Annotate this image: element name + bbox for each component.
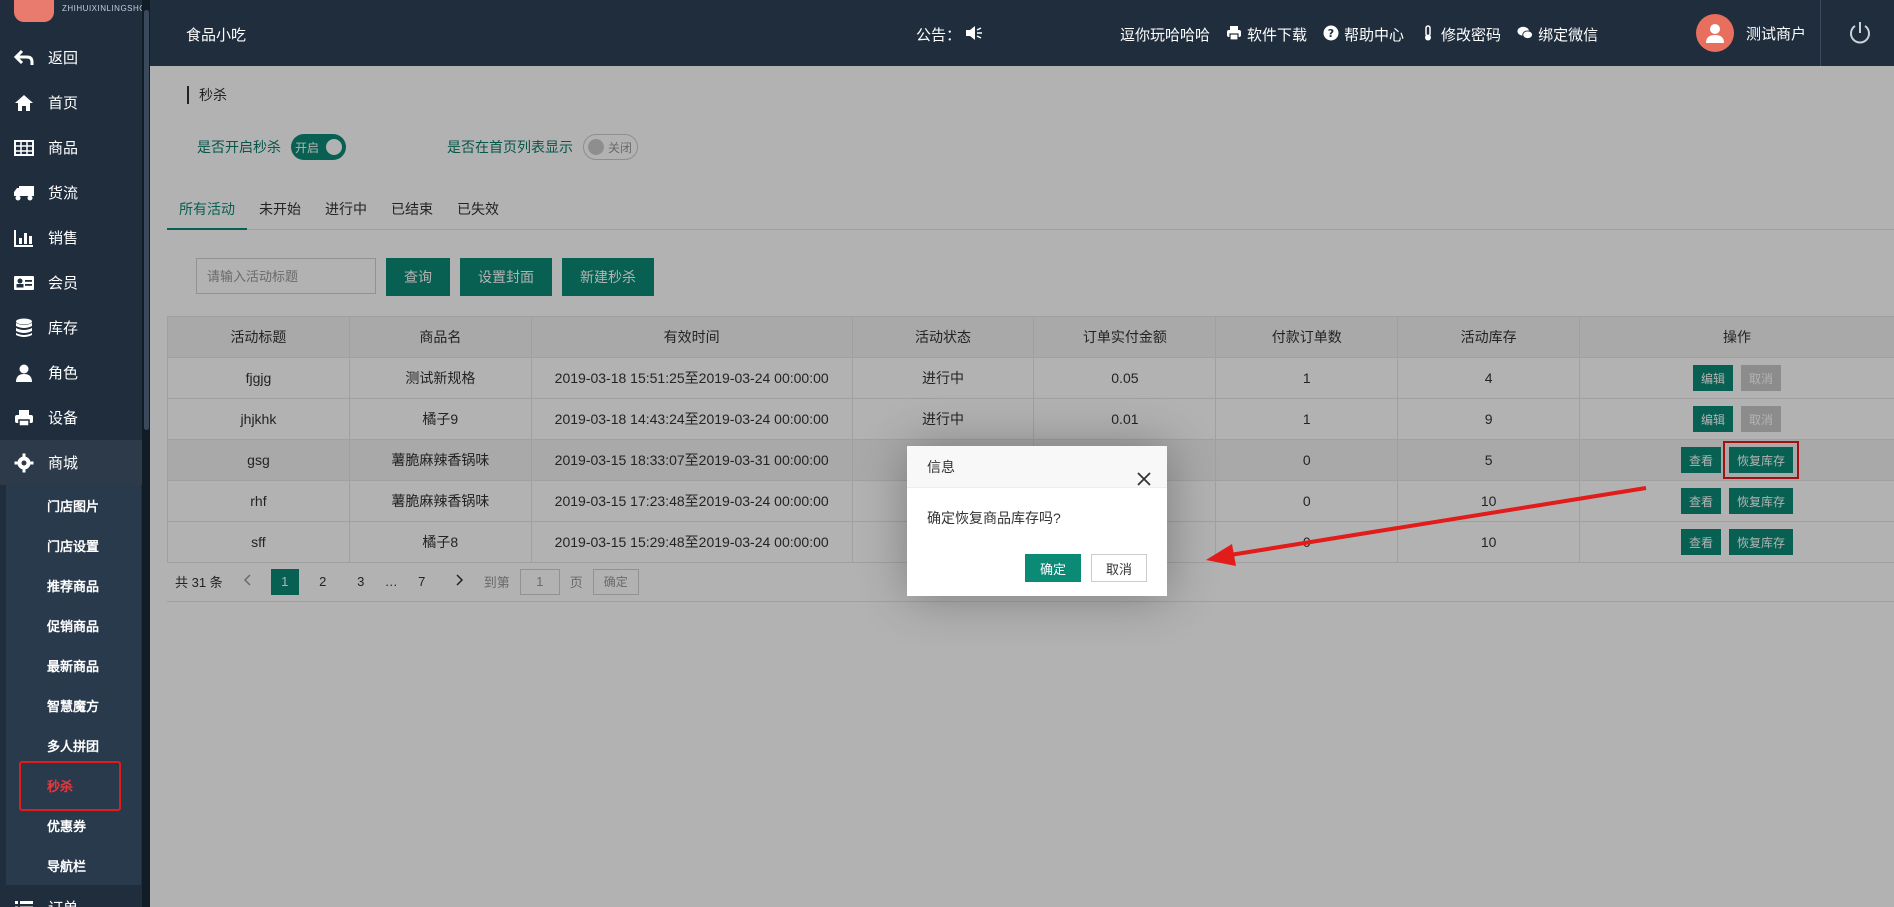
sidebar-item-inventory[interactable]: 库存 (0, 305, 142, 350)
bar-chart-icon (12, 228, 36, 248)
home-icon (12, 93, 36, 113)
topbar-links: 逗你玩哈哈哈 软件下载 ? 帮助中心 修改密码 绑定微信 (1120, 24, 1598, 45)
sidebar-item-logistics[interactable]: 货流 (0, 170, 142, 215)
sidebar-item-label: 订单 (48, 897, 78, 907)
user-name: 测试商户 (1746, 25, 1807, 43)
sidebar-item-label: 商品 (48, 140, 79, 157)
help-center-link[interactable]: ? 帮助中心 (1323, 24, 1404, 45)
sidebar-item-label: 角色 (48, 365, 79, 382)
sidebar-item-label: 货流 (48, 185, 79, 202)
brand-logo[interactable]: ZHIHUIXINLINGSHOU (14, 0, 150, 22)
speaker-icon (965, 25, 983, 45)
database-icon (12, 318, 36, 338)
list-icon (12, 898, 36, 907)
close-icon[interactable] (1137, 460, 1151, 486)
sidebar-item-mall[interactable]: 商城 (0, 440, 142, 485)
gear-icon (12, 453, 36, 473)
submenu-item-group-buy[interactable]: 多人拼团 (6, 725, 141, 765)
sidebar-item-label: 商城 (48, 455, 79, 472)
wechat-icon (1517, 25, 1534, 45)
sidebar-item-label: 库存 (48, 320, 79, 337)
logo-icon (14, 0, 54, 22)
logo-caption: ZHIHUIXINLINGSHOU (62, 3, 150, 13)
notice: 公告： (916, 24, 983, 45)
sidebar: ZHIHUIXINLINGSHOU 返回 首页 商品 货流 销售 会员 库存 角… (0, 0, 150, 907)
table-icon (12, 138, 36, 158)
software-download-label: 软件下载 (1247, 27, 1308, 44)
question-circle-icon: ? (1323, 25, 1339, 45)
change-password-link[interactable]: 修改密码 (1420, 24, 1501, 45)
printer-icon (12, 408, 36, 428)
thermometer-icon (1420, 24, 1436, 45)
sidebar-item-roles[interactable]: 角色 (0, 350, 142, 395)
sidebar-item-label: 返回 (48, 50, 79, 67)
sidebar-item-orders[interactable]: 订单 (0, 885, 142, 907)
dialog-message: 确定恢复商品库存吗? (927, 510, 1061, 526)
submenu-item-newest[interactable]: 最新商品 (6, 645, 141, 685)
submenu-item-recommended[interactable]: 推荐商品 (6, 565, 141, 605)
bind-wechat-label: 绑定微信 (1538, 27, 1599, 44)
software-download-link[interactable]: 软件下载 (1226, 24, 1307, 45)
topbar: 食品小吃 公告： 逗你玩哈哈哈 软件下载 ? 帮助中心 修改密码 绑定微信 测试… (150, 0, 1894, 66)
sidebar-nav: 返回 首页 商品 货流 销售 会员 库存 角色 设备 商城 门店图片 门店设置 … (0, 35, 142, 907)
user-icon (12, 363, 36, 383)
sidebar-item-members[interactable]: 会员 (0, 260, 142, 305)
printer-icon (1226, 25, 1242, 45)
submenu-item-store-images[interactable]: 门店图片 (6, 485, 141, 525)
sidebar-item-devices[interactable]: 设备 (0, 395, 142, 440)
dialog-cancel-button[interactable]: 取消 (1090, 554, 1147, 582)
power-icon (1847, 22, 1873, 50)
dialog-ok-button[interactable]: 确定 (1024, 554, 1081, 582)
bind-wechat-link[interactable]: 绑定微信 (1517, 24, 1598, 45)
submenu-item-smart-cube[interactable]: 智慧魔方 (6, 685, 141, 725)
sidebar-item-label: 首页 (48, 95, 79, 112)
sidebar-item-home[interactable]: 首页 (0, 80, 142, 125)
submenu-item-store-settings[interactable]: 门店设置 (6, 525, 141, 565)
mall-submenu: 门店图片 门店设置 推荐商品 促销商品 最新商品 智慧魔方 多人拼团 秒杀 优惠… (6, 485, 141, 885)
back-arrow-icon (12, 48, 36, 68)
sidebar-item-label: 设备 (48, 410, 79, 427)
store-title: 食品小吃 (186, 27, 247, 44)
submenu-item-coupons[interactable]: 优惠券 (6, 805, 141, 845)
sidebar-item-goods[interactable]: 商品 (0, 125, 142, 170)
change-password-label: 修改密码 (1441, 27, 1502, 44)
dialog-actions: 确定 取消 (1024, 554, 1147, 582)
sidebar-scrollbar[interactable] (144, 10, 149, 430)
avatar (1696, 14, 1734, 52)
submenu-item-flash-sale[interactable]: 秒杀 (6, 761, 141, 811)
dialog-title: 信息 (927, 459, 955, 475)
notice-label: 公告： (916, 27, 962, 44)
svg-text:?: ? (1328, 27, 1334, 40)
id-card-icon (12, 273, 36, 293)
submenu-item-promotions[interactable]: 促销商品 (6, 605, 141, 645)
notice-marquee[interactable]: 逗你玩哈哈哈 (1120, 24, 1210, 45)
sidebar-item-label: 会员 (48, 275, 79, 292)
help-center-label: 帮助中心 (1344, 27, 1405, 44)
truck-icon (12, 183, 36, 203)
confirm-dialog: 信息 确定恢复商品库存吗? 确定 取消 (907, 446, 1167, 596)
sidebar-item-sales[interactable]: 销售 (0, 215, 142, 260)
dialog-header: 信息 (907, 446, 1167, 488)
logout-button[interactable] (1847, 20, 1873, 46)
submenu-item-navbar[interactable]: 导航栏 (6, 845, 141, 885)
sidebar-item-back[interactable]: 返回 (0, 35, 142, 80)
topbar-divider (1820, 0, 1821, 66)
sidebar-item-label: 销售 (48, 230, 79, 247)
user-menu[interactable]: 测试商户 (1696, 14, 1806, 52)
